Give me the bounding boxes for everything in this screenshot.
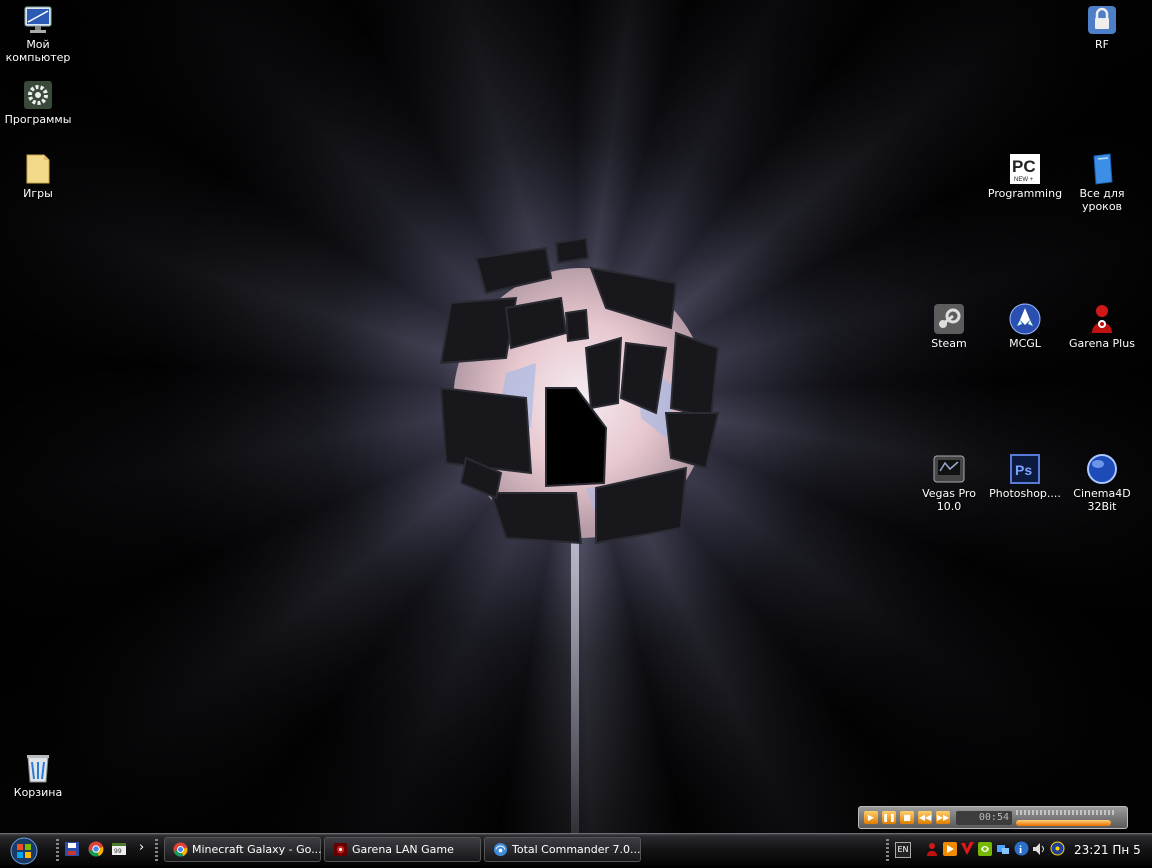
taskbar-item-total-commander[interactable]: Total Commander 7.0... xyxy=(484,837,641,862)
save-icon[interactable] xyxy=(64,841,80,857)
info-tray-icon[interactable]: i xyxy=(1014,841,1029,856)
lock-folder-icon xyxy=(1086,4,1118,36)
taskbar-item-label: Garena LAN Game xyxy=(352,843,454,856)
svg-text:NEW +: NEW + xyxy=(1014,177,1034,183)
svg-text:i: i xyxy=(1019,844,1022,856)
desktop-icon-label: Photoshop.... xyxy=(989,487,1061,500)
pause-button[interactable]: ❚❚ xyxy=(882,811,896,824)
desktop-icon-label: Programming xyxy=(987,187,1063,200)
play-button[interactable]: ▶ xyxy=(864,811,878,824)
desktop-icon-label: RF xyxy=(1095,38,1109,51)
garena-icon xyxy=(1086,303,1118,335)
stop-button[interactable]: ■ xyxy=(900,811,914,824)
clock[interactable]: 23:21 Пн 5 xyxy=(1074,843,1141,857)
desktop-icon-garena-plus[interactable]: Garena Plus xyxy=(1064,303,1140,350)
notepad-icon[interactable]: 99 xyxy=(111,841,127,857)
previous-button[interactable]: ◀◀ xyxy=(918,811,932,824)
desktop-icon-programming[interactable]: PC NEW + Programming xyxy=(987,153,1063,200)
desktop-icon-label: Steam xyxy=(931,337,967,350)
vegas-icon xyxy=(933,453,965,485)
network-tray-icon[interactable] xyxy=(996,842,1010,856)
wireless-tray-icon[interactable] xyxy=(1050,841,1065,856)
blue-book-icon xyxy=(1086,153,1118,185)
desktop-icon-label: Корзина xyxy=(13,786,63,799)
media-player-tray-icon[interactable] xyxy=(943,842,957,856)
chrome-icon xyxy=(173,842,188,857)
desktop-icon-label: Cinema4D 32Bit xyxy=(1073,487,1131,513)
playback-time: 00:54 xyxy=(956,811,1012,825)
desktop-icon-mcgl[interactable]: MCGL xyxy=(987,303,1063,350)
svg-text:99: 99 xyxy=(114,848,122,855)
media-player-minibar[interactable]: ▶ ❚❚ ■ ◀◀ ▶▶ 00:54 xyxy=(858,806,1128,829)
desktop-icon-label: Мой компьютер xyxy=(5,38,71,64)
taskbar-item-label: Minecraft Galaxy - Go... xyxy=(192,843,322,856)
pc-magazine-icon: PC NEW + xyxy=(1009,153,1041,185)
wallpaper-sphere xyxy=(439,238,720,545)
toolbar-grip[interactable] xyxy=(155,839,158,861)
desktop-icon-vegas-pro[interactable]: Vegas Pro 10.0 xyxy=(911,453,987,513)
garena-icon xyxy=(333,842,348,857)
taskbar: 99 › Minecraft Galaxy - Go... Garena LAN… xyxy=(0,833,1152,865)
start-button[interactable] xyxy=(2,835,42,865)
next-button[interactable]: ▶▶ xyxy=(936,811,950,824)
desktop-icon-label: Игры xyxy=(23,187,53,200)
cinema4d-icon xyxy=(1086,453,1118,485)
desktop-wallpaper xyxy=(0,0,1152,833)
folder-icon xyxy=(22,153,54,185)
windows-orb-icon xyxy=(10,837,38,865)
computer-icon xyxy=(22,4,54,36)
desktop-icon-programs[interactable]: Программы xyxy=(0,79,76,126)
desktop-icon-recycle-bin[interactable]: Корзина xyxy=(0,752,76,799)
antivirus-tray-icon[interactable] xyxy=(960,841,975,856)
toolbar-grip[interactable] xyxy=(56,839,59,861)
garena-tray-icon[interactable] xyxy=(925,842,939,856)
taskbar-item-label: Total Commander 7.0... xyxy=(512,843,641,856)
desktop-icon-my-computer[interactable]: Мой компьютер xyxy=(0,4,76,64)
photoshop-icon: Ps xyxy=(1009,453,1041,485)
volume-meter xyxy=(1016,810,1116,815)
desktop-icon-cinema4d[interactable]: Cinema4D 32Bit xyxy=(1064,453,1140,513)
language-indicator[interactable]: EN xyxy=(895,842,911,858)
taskbar-item-chrome[interactable]: Minecraft Galaxy - Go... xyxy=(164,837,322,862)
desktop-icon-label: Garena Plus xyxy=(1069,337,1135,350)
quick-launch-more-button[interactable]: › xyxy=(139,840,144,855)
svg-text:Ps: Ps xyxy=(1015,462,1032,478)
desktop-icon-steam[interactable]: Steam xyxy=(911,303,987,350)
total-commander-icon xyxy=(493,842,508,857)
rocket-icon xyxy=(1009,303,1041,335)
gear-folder-icon xyxy=(22,79,54,111)
taskbar-item-garena[interactable]: Garena LAN Game xyxy=(324,837,481,862)
desktop-icon-games[interactable]: Игры xyxy=(0,153,76,200)
recycle-bin-icon xyxy=(22,752,54,784)
desktop-icon-label: Программы xyxy=(4,113,72,126)
steam-icon xyxy=(933,303,965,335)
nvidia-tray-icon[interactable] xyxy=(978,842,992,856)
desktop-icon-photoshop[interactable]: Ps Photoshop.... xyxy=(987,453,1063,500)
chrome-icon[interactable] xyxy=(88,841,104,857)
desktop-icon-rf[interactable]: RF xyxy=(1064,4,1140,51)
desktop-icon-lessons[interactable]: Все для уроков xyxy=(1064,153,1140,213)
desktop-icon-label: Vegas Pro 10.0 xyxy=(922,487,976,513)
desktop-icon-label: Все для уроков xyxy=(1079,187,1125,213)
desktop-icon-label: MCGL xyxy=(1009,337,1041,350)
playback-progress-bar[interactable] xyxy=(1016,820,1111,826)
svg-text:PC: PC xyxy=(1012,157,1036,176)
tray-grip[interactable] xyxy=(886,839,889,861)
volume-tray-icon[interactable] xyxy=(1032,842,1046,856)
